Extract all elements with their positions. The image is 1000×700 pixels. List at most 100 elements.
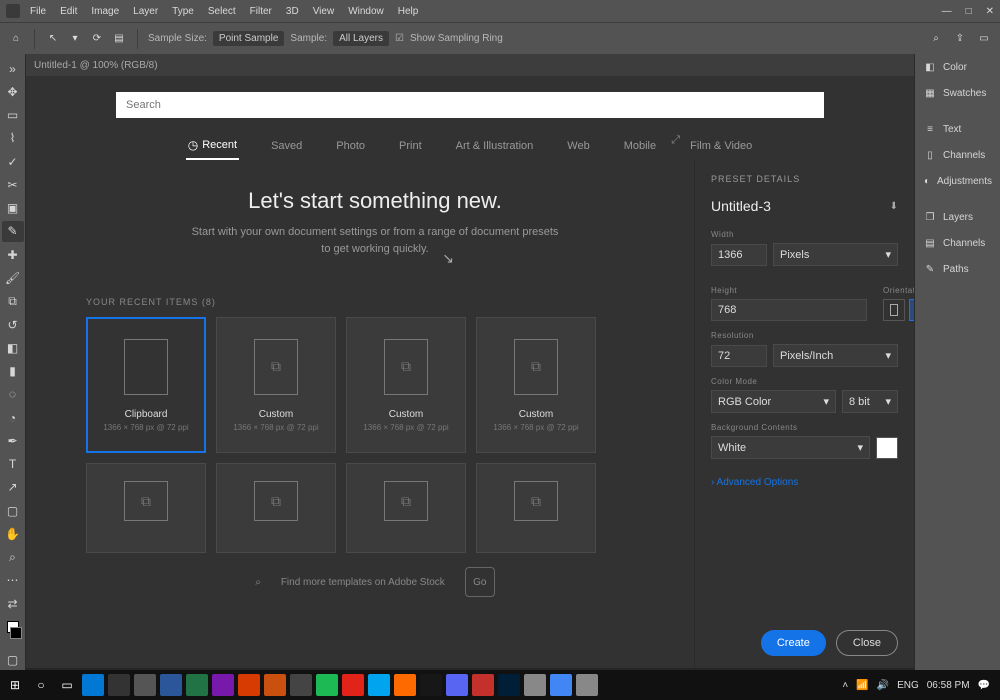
preset-card[interactable]: ⧉ Custom 1366 × 768 px @ 72 ppi	[346, 317, 466, 453]
move-tool-icon[interactable]: ✥	[2, 81, 24, 102]
tray-network-icon[interactable]: 📶	[856, 680, 868, 691]
preset-card[interactable]: ⧉	[86, 463, 206, 553]
taskbar-app-icon[interactable]	[342, 674, 364, 696]
eraser-tool-icon[interactable]: ◧	[2, 337, 24, 358]
bg-color-swatch[interactable]	[876, 437, 898, 459]
share-icon[interactable]: ⇪	[952, 31, 968, 47]
collapse-tools-icon[interactable]: »	[2, 58, 24, 79]
menu-edit[interactable]: Edit	[60, 6, 77, 17]
menu-select[interactable]: Select	[208, 6, 236, 17]
menu-help[interactable]: Help	[398, 6, 419, 17]
quick-select-tool-icon[interactable]: ✓	[2, 151, 24, 172]
search-taskbar-icon[interactable]: ○	[30, 674, 52, 696]
taskbar-app-icon[interactable]	[82, 674, 104, 696]
taskbar-app-icon[interactable]	[186, 674, 208, 696]
document-tab[interactable]: Untitled-1 @ 100% (RGB/8)	[34, 60, 158, 71]
expand-templates-icon[interactable]: ⤢	[671, 134, 680, 147]
menu-image[interactable]: Image	[91, 6, 119, 17]
tray-volume-icon[interactable]: 🔊	[877, 680, 889, 691]
menu-view[interactable]: View	[313, 6, 335, 17]
close-window-icon[interactable]: ✕	[986, 6, 994, 17]
preset-card[interactable]: Clipboard 1366 × 768 px @ 72 ppi	[86, 317, 206, 453]
minimize-icon[interactable]: —	[942, 6, 952, 17]
tray-language[interactable]: ENG	[897, 680, 919, 691]
tray-notifications-icon[interactable]: 💬	[978, 680, 990, 691]
panel-paths[interactable]: ✎Paths	[915, 256, 1000, 282]
rotate-icon[interactable]: ⟳	[89, 31, 105, 47]
more-tools-icon[interactable]: ⋯	[2, 570, 24, 591]
zoom-tool-icon[interactable]: ⌕	[2, 547, 24, 568]
crop-tool-icon[interactable]: ✂	[2, 174, 24, 195]
menu-filter[interactable]: Filter	[250, 6, 272, 17]
maximize-icon[interactable]: □	[966, 6, 972, 17]
panel-swatches[interactable]: ▦Swatches	[915, 80, 1000, 106]
pen-tool-icon[interactable]: ✒	[2, 430, 24, 451]
menu-3d[interactable]: 3D	[286, 6, 299, 17]
bitdepth-select[interactable]: 8 bit▾	[842, 390, 898, 413]
close-button[interactable]: Close	[836, 630, 898, 656]
panel-text[interactable]: ≡Text	[915, 116, 1000, 142]
taskbar-app-icon[interactable]	[238, 674, 260, 696]
gradient-tool-icon[interactable]: ▮	[2, 360, 24, 381]
menu-file[interactable]: File	[30, 6, 46, 17]
tab-saved[interactable]: Saved	[269, 134, 304, 158]
type-tool-icon[interactable]: T	[2, 454, 24, 475]
lasso-tool-icon[interactable]: ⌇	[2, 128, 24, 149]
taskbar-app-icon[interactable]	[264, 674, 286, 696]
tray-clock[interactable]: 06:58 PM	[927, 680, 970, 691]
panel-properties[interactable]: ▯Channels	[915, 142, 1000, 168]
stamp-tool-icon[interactable]: ⧉	[2, 291, 24, 312]
brush-tool-icon[interactable]: 🖌	[2, 267, 24, 288]
panel-color[interactable]: ◧Color	[915, 54, 1000, 80]
menu-window[interactable]: Window	[348, 6, 384, 17]
show-ring-checkbox[interactable]: ☑	[395, 33, 404, 44]
tab-film[interactable]: Film & Video	[688, 134, 754, 158]
panel-layers[interactable]: ❐Layers	[915, 204, 1000, 230]
frame-tool-icon[interactable]: ▣	[2, 198, 24, 219]
home-icon[interactable]: ⌂	[8, 31, 24, 47]
eyedropper-icon[interactable]: ↖	[45, 31, 61, 47]
tab-art[interactable]: Art & Illustration	[454, 134, 536, 158]
taskbar-app-icon[interactable]	[394, 674, 416, 696]
go-button[interactable]: Go	[465, 567, 495, 597]
menu-type[interactable]: Type	[172, 6, 194, 17]
screen-mode-icon[interactable]: ▢	[2, 649, 24, 670]
taskbar-app-icon[interactable]	[134, 674, 156, 696]
menu-layer[interactable]: Layer	[133, 6, 158, 17]
resolution-input[interactable]	[711, 345, 767, 367]
taskbar-app-icon[interactable]	[420, 674, 442, 696]
colormode-select[interactable]: RGB Color▾	[711, 390, 836, 413]
history-brush-tool-icon[interactable]: ↺	[2, 314, 24, 335]
height-input[interactable]	[711, 299, 867, 321]
taskbar-app-icon[interactable]	[472, 674, 494, 696]
eyedropper-tool-icon[interactable]: ✎	[2, 221, 24, 242]
start-button-icon[interactable]: ⊞	[4, 674, 26, 696]
preset-card[interactable]: ⧉ Custom 1366 × 768 px @ 72 ppi	[476, 317, 596, 453]
unit-select[interactable]: Pixels▾	[773, 243, 898, 266]
taskbar-app-icon[interactable]	[212, 674, 234, 696]
create-button[interactable]: Create	[761, 630, 826, 656]
swap-colors-icon[interactable]: ⇄	[2, 593, 24, 614]
taskbar-app-icon[interactable]	[108, 674, 130, 696]
shape-tool-icon[interactable]: ▢	[2, 500, 24, 521]
taskbar-app-icon[interactable]	[160, 674, 182, 696]
workspace-icon[interactable]: ▭	[976, 31, 992, 47]
preset-card[interactable]: ⧉ Custom 1366 × 768 px @ 72 ppi	[216, 317, 336, 453]
resolution-unit-select[interactable]: Pixels/Inch▾	[773, 344, 898, 367]
dodge-tool-icon[interactable]: ◔	[2, 407, 24, 428]
panel-adjustments[interactable]: ◐Adjustments	[915, 168, 1000, 194]
tab-print[interactable]: Print	[397, 134, 424, 158]
taskbar-app-icon[interactable]	[576, 674, 598, 696]
path-tool-icon[interactable]: ↗	[2, 477, 24, 498]
task-view-icon[interactable]: ▭	[56, 674, 78, 696]
tray-chevron-icon[interactable]: ˄	[842, 680, 848, 691]
collapse-icon[interactable]: ↘	[442, 250, 454, 267]
search-icon[interactable]: ⌕	[928, 31, 944, 47]
tab-web[interactable]: Web	[565, 134, 591, 158]
template-search-input[interactable]	[116, 92, 824, 118]
document-name-input[interactable]: Untitled-3	[711, 198, 771, 214]
tab-photo[interactable]: Photo	[334, 134, 367, 158]
preset-card[interactable]: ⧉	[476, 463, 596, 553]
heal-tool-icon[interactable]: ✚	[2, 244, 24, 265]
panel-channels[interactable]: ▤Channels	[915, 230, 1000, 256]
